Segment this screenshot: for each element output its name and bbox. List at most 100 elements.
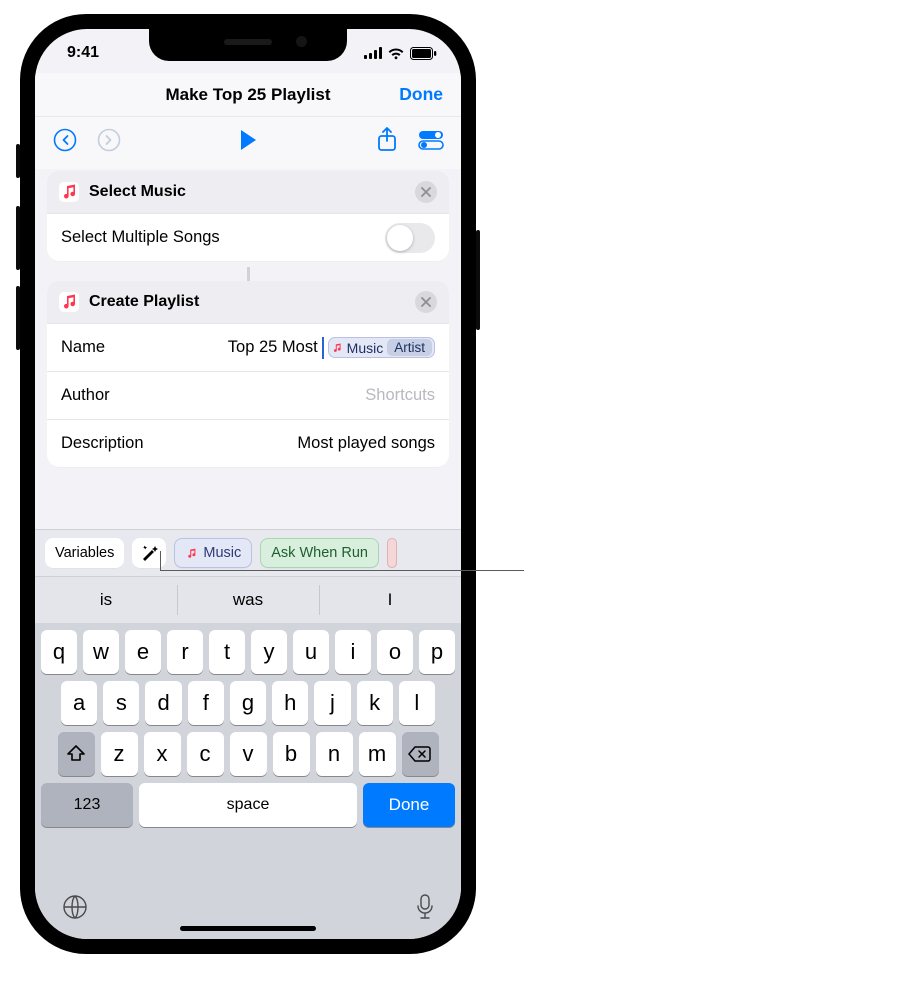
phone-frame: 9:41 Make Top 25 Playlist Done	[20, 14, 476, 954]
key-t[interactable]: t	[209, 630, 245, 674]
redo-button[interactable]	[95, 126, 123, 154]
keyboard-row-1: q w e r t y u i o p	[35, 623, 461, 674]
delete-action-button[interactable]	[415, 291, 437, 313]
variables-button[interactable]: Variables	[45, 538, 124, 568]
description-value: Most played songs	[297, 434, 435, 453]
screen: 9:41 Make Top 25 Playlist Done	[35, 29, 461, 939]
keyboard-suggestions: is was I	[35, 577, 461, 623]
keyboard-bottom-bar	[35, 889, 461, 939]
key-f[interactable]: f	[188, 681, 224, 725]
suggestion-3[interactable]: I	[319, 577, 461, 623]
action-title: Select Music	[89, 183, 415, 201]
action-header[interactable]: Select Music	[47, 171, 449, 213]
key-w[interactable]: w	[83, 630, 119, 674]
keyboard-row-2: a s d f g h j k l	[35, 674, 461, 725]
variable-token-music[interactable]: Music Artist	[328, 337, 435, 358]
key-x[interactable]: x	[144, 732, 181, 776]
key-o[interactable]: o	[377, 630, 413, 674]
music-icon	[59, 182, 79, 202]
key-r[interactable]: r	[167, 630, 203, 674]
chip-label: Music	[203, 545, 241, 561]
music-icon	[185, 547, 198, 560]
key-y[interactable]: y	[251, 630, 287, 674]
key-space[interactable]: space	[139, 783, 357, 827]
key-b[interactable]: b	[273, 732, 310, 776]
shift-icon	[66, 745, 86, 763]
key-e[interactable]: e	[125, 630, 161, 674]
token-main: Music	[347, 340, 384, 356]
key-j[interactable]: j	[314, 681, 350, 725]
globe-icon[interactable]	[61, 893, 89, 921]
row-author[interactable]: Author Shortcuts	[47, 371, 449, 419]
key-a[interactable]: a	[61, 681, 97, 725]
delete-action-button[interactable]	[415, 181, 437, 203]
name-text: Top 25 Most	[228, 338, 318, 357]
key-d[interactable]: d	[145, 681, 181, 725]
key-p[interactable]: p	[419, 630, 455, 674]
key-z[interactable]: z	[101, 732, 138, 776]
key-s[interactable]: s	[103, 681, 139, 725]
row-select-multiple[interactable]: Select Multiple Songs	[47, 213, 449, 261]
author-placeholder: Shortcuts	[365, 386, 435, 405]
settings-button[interactable]	[417, 126, 445, 154]
key-q[interactable]: q	[41, 630, 77, 674]
row-label: Description	[61, 434, 144, 453]
key-numeric[interactable]: 123	[41, 783, 133, 827]
keyboard-row-3: z x c v b n m	[35, 725, 461, 776]
run-button[interactable]	[234, 126, 262, 154]
mic-icon[interactable]	[415, 893, 435, 921]
row-description[interactable]: Description Most played songs	[47, 419, 449, 467]
wifi-icon	[387, 47, 405, 60]
action-card-create-playlist: Create Playlist Name Top 25 Most	[47, 281, 449, 467]
key-done[interactable]: Done	[363, 783, 455, 827]
play-icon	[241, 130, 256, 150]
key-n[interactable]: n	[316, 732, 353, 776]
nav-title: Make Top 25 Playlist	[165, 85, 330, 105]
token-sub: Artist	[387, 339, 432, 356]
share-button[interactable]	[373, 126, 401, 154]
side-button-silence	[16, 144, 20, 178]
key-h[interactable]: h	[272, 681, 308, 725]
suggestion-1[interactable]: is	[35, 577, 177, 623]
row-label: Name	[61, 338, 105, 357]
text-cursor	[322, 337, 324, 359]
toggle-select-multiple[interactable]	[385, 223, 435, 253]
undo-button[interactable]	[51, 126, 79, 154]
notch	[149, 29, 347, 61]
key-m[interactable]: m	[359, 732, 396, 776]
variable-chip-overflow[interactable]	[387, 538, 397, 568]
key-u[interactable]: u	[293, 630, 329, 674]
battery-icon	[410, 47, 437, 60]
keyboard-row-4: 123 space Done	[35, 776, 461, 834]
row-label: Author	[61, 386, 110, 405]
keyboard: is was I q w e r t y u i o p a s d f	[35, 577, 461, 939]
action-connector	[47, 267, 449, 281]
suggestion-2[interactable]: was	[177, 577, 319, 623]
magic-variable-button[interactable]	[132, 538, 166, 568]
key-v[interactable]: v	[230, 732, 267, 776]
nav-bar: Make Top 25 Playlist Done	[35, 73, 461, 117]
home-indicator[interactable]	[180, 926, 316, 931]
editor-toolbar	[35, 117, 461, 169]
callout-leader	[160, 570, 524, 571]
key-i[interactable]: i	[335, 630, 371, 674]
row-label: Select Multiple Songs	[61, 228, 220, 247]
variable-chip-music[interactable]: Music	[174, 538, 252, 568]
backspace-icon	[408, 745, 432, 763]
variable-chip-ask[interactable]: Ask When Run	[260, 538, 379, 568]
key-backspace[interactable]	[402, 732, 439, 776]
key-shift[interactable]	[58, 732, 95, 776]
row-name[interactable]: Name Top 25 Most Music Artist	[47, 323, 449, 371]
key-c[interactable]: c	[187, 732, 224, 776]
action-card-select-music: Select Music Select Multiple Songs	[47, 171, 449, 261]
action-title: Create Playlist	[89, 293, 415, 311]
signal-icon	[364, 47, 382, 59]
wand-icon	[140, 544, 158, 562]
action-header[interactable]: Create Playlist	[47, 281, 449, 323]
done-button[interactable]: Done	[399, 84, 443, 105]
music-icon	[331, 342, 343, 354]
side-button-vol-down	[16, 286, 20, 350]
key-l[interactable]: l	[399, 681, 435, 725]
key-g[interactable]: g	[230, 681, 266, 725]
key-k[interactable]: k	[357, 681, 393, 725]
